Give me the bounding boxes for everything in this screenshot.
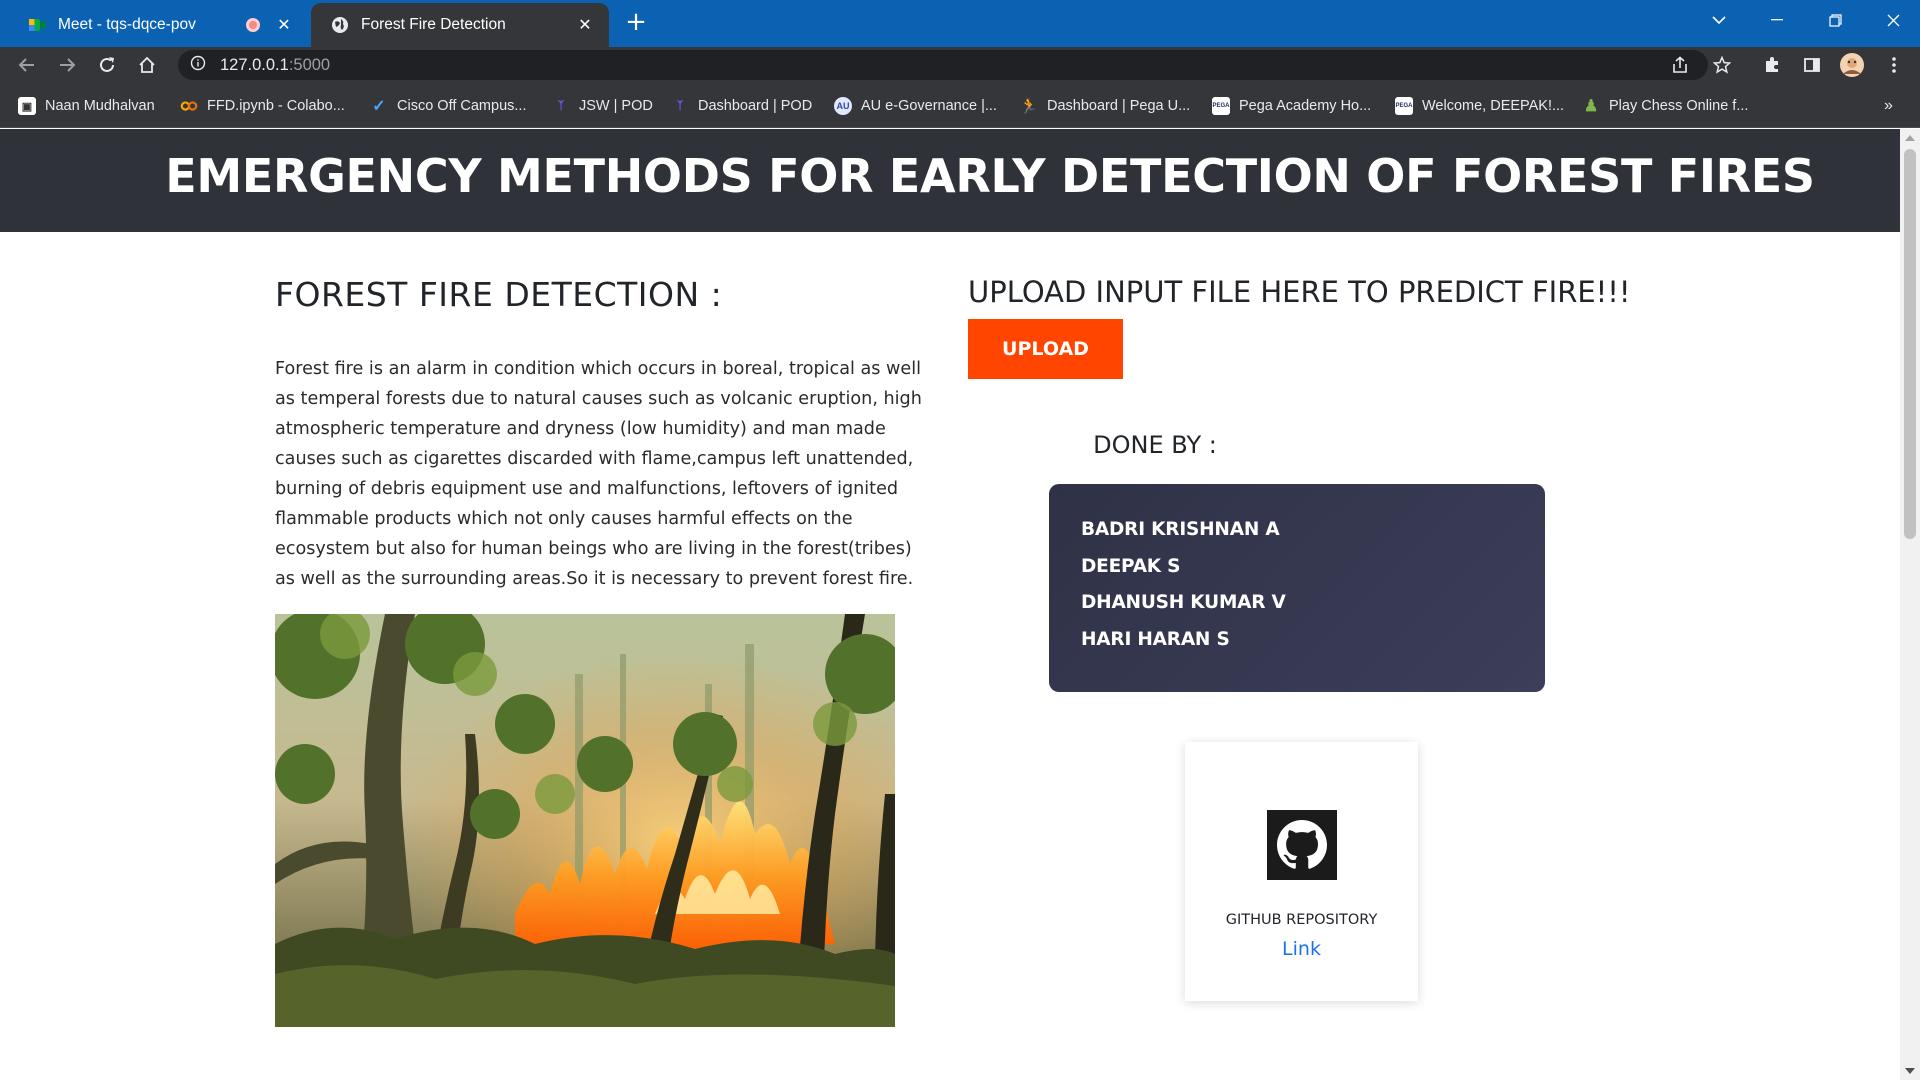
done-by-heading: DONE BY : xyxy=(1093,431,1217,459)
bookmark-jsw-pod[interactable]: ᛉ JSW | POD xyxy=(552,95,653,117)
team-member: BADRI KRISHNAN A xyxy=(1081,519,1280,540)
upload-title: UPLOAD INPUT FILE HERE TO PREDICT FIRE!!… xyxy=(968,275,1631,309)
page-title: EMERGENCY METHODS FOR EARLY DETECTION OF… xyxy=(165,149,1815,203)
au-icon: AU xyxy=(834,97,852,115)
restore-icon[interactable] xyxy=(1806,0,1864,40)
github-card: GITHUB REPOSITORY Link xyxy=(1185,742,1418,1001)
more-bookmarks-chevron-icon[interactable]: » xyxy=(1884,95,1893,117)
recording-indicator-icon xyxy=(246,18,260,32)
site-info-icon[interactable] xyxy=(190,55,206,75)
page-scrollbar[interactable] xyxy=(1900,129,1920,1080)
team-member: DEEPAK S xyxy=(1081,555,1181,577)
minimize-icon[interactable] xyxy=(1748,0,1806,40)
check-icon: ✓ xyxy=(372,98,386,115)
bookmark-star-icon[interactable] xyxy=(1708,51,1736,79)
scroll-up-arrow-icon[interactable] xyxy=(1905,135,1915,141)
url-text: 127.0.0.1:5000 xyxy=(220,55,331,74)
browser-tab-strip: Meet - tqs-dqce-pov ✕ Forest Fire Detect… xyxy=(0,0,1920,47)
tab-search-icon[interactable] xyxy=(1690,0,1748,40)
pod-icon: ᛉ xyxy=(676,100,684,112)
team-members-card: BADRI KRISHNAN A DEEPAK S DHANUSH KUMAR … xyxy=(1049,484,1545,692)
address-bar[interactable]: 127.0.0.1:5000 xyxy=(178,50,1708,80)
about-section: FOREST FIRE DETECTION : Forest fire is a… xyxy=(275,275,935,594)
bookmark-welcome-deepak[interactable]: PEGA Welcome, DEEPAK!... xyxy=(1395,95,1564,117)
share-icon[interactable] xyxy=(1666,51,1694,79)
team-member: HARI HARAN S xyxy=(1081,628,1230,650)
google-meet-icon xyxy=(28,16,46,34)
bookmark-pega-academy[interactable]: PEGA Pega Academy Ho... xyxy=(1212,95,1371,117)
tab-meet[interactable]: Meet - tqs-dqce-pov ✕ xyxy=(8,3,308,47)
naan-mudhalvan-icon: ▣ xyxy=(18,97,36,115)
github-icon xyxy=(1267,810,1337,880)
extensions-puzzle-icon[interactable] xyxy=(1758,51,1786,79)
close-tab-icon[interactable]: ✕ xyxy=(274,15,294,35)
close-window-icon[interactable] xyxy=(1864,0,1920,40)
github-link[interactable]: Link xyxy=(1185,938,1418,960)
pod-icon: ᛉ xyxy=(557,100,565,112)
team-member: DHANUSH KUMAR V xyxy=(1081,592,1286,613)
bookmark-cisco[interactable]: ✓ Cisco Off Campus... xyxy=(370,95,526,117)
colab-icon xyxy=(180,97,198,115)
tab-title: Forest Fire Detection xyxy=(361,16,506,33)
pega-icon: PEGA xyxy=(1212,97,1230,115)
close-tab-icon[interactable]: ✕ xyxy=(575,15,595,35)
back-arrow-icon[interactable] xyxy=(13,51,41,79)
page-viewport: EMERGENCY METHODS FOR EARLY DETECTION OF… xyxy=(0,129,1900,1080)
profile-avatar-icon[interactable] xyxy=(1838,51,1866,79)
bookmark-dashboard-pega[interactable]: 🏃 Dashboard | Pega U... xyxy=(1019,95,1191,117)
description-text: Forest fire is an alarm in condition whi… xyxy=(275,359,922,589)
upload-section: UPLOAD INPUT FILE HERE TO PREDICT FIRE!!… xyxy=(968,275,1648,379)
bookmark-naan-mudhalvan[interactable]: ▣ Naan Mudhalvan xyxy=(18,95,155,117)
home-icon[interactable] xyxy=(133,51,161,79)
bookmark-colab[interactable]: FFD.ipynb - Colabo... xyxy=(180,95,345,117)
github-repository-label: GITHUB REPOSITORY xyxy=(1225,912,1378,928)
page-header: EMERGENCY METHODS FOR EARLY DETECTION OF… xyxy=(0,129,1900,232)
forward-arrow-icon[interactable] xyxy=(53,51,81,79)
tab-title: Meet - tqs-dqce-pov xyxy=(58,16,196,33)
menu-kebab-icon[interactable] xyxy=(1880,51,1908,79)
forest-fire-image xyxy=(275,614,895,1027)
upload-button[interactable]: UPLOAD xyxy=(968,319,1123,379)
scroll-down-arrow-icon[interactable] xyxy=(1905,1068,1915,1074)
globe-icon xyxy=(331,16,349,34)
pega-icon: PEGA xyxy=(1395,97,1413,115)
bookmark-play-chess[interactable]: ♟ Play Chess Online f... xyxy=(1582,95,1749,117)
side-panel-icon[interactable] xyxy=(1798,51,1826,79)
bookmark-au-egovernance[interactable]: AU AU e-Governance |... xyxy=(834,95,997,117)
tab-forest-fire-detection[interactable]: Forest Fire Detection ✕ xyxy=(311,3,609,47)
new-tab-button[interactable]: + xyxy=(622,8,650,36)
browser-toolbar: 127.0.0.1:5000 xyxy=(0,47,1920,83)
scrollbar-thumb[interactable] xyxy=(1904,149,1916,539)
pega-runner-icon: 🏃 xyxy=(1019,98,1039,115)
chess-pawn-icon: ♟ xyxy=(1583,98,1599,115)
reload-icon[interactable] xyxy=(93,51,121,79)
bookmark-dashboard-pod[interactable]: ᛉ Dashboard | POD xyxy=(671,95,813,117)
section-title: FOREST FIRE DETECTION : xyxy=(275,275,723,314)
bookmarks-bar: ▣ Naan Mudhalvan FFD.ipynb - Colabo... ✓… xyxy=(0,83,1920,128)
